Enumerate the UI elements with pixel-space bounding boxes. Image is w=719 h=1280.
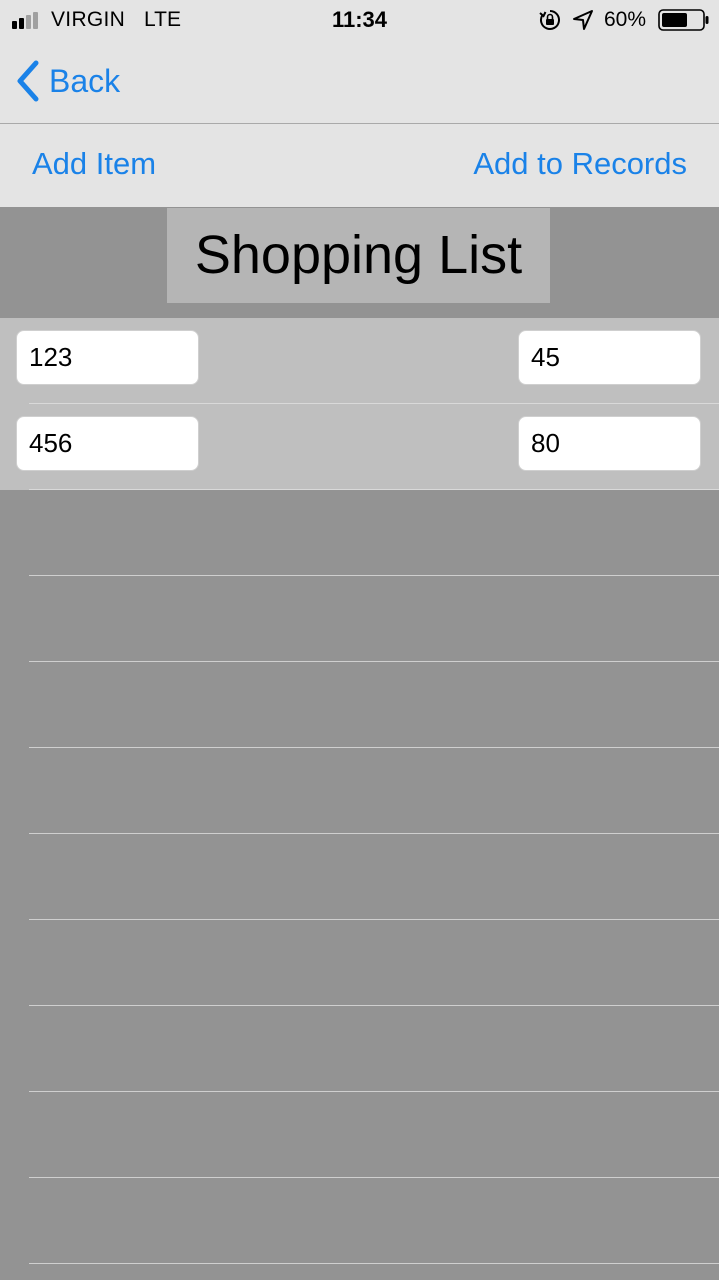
page-title: Shopping List	[167, 208, 550, 303]
battery-icon	[658, 9, 709, 31]
amount-field[interactable]	[518, 416, 701, 471]
empty-row	[0, 1092, 719, 1178]
empty-row	[0, 748, 719, 834]
toolbar: Add Item Add to Records	[0, 124, 719, 207]
empty-row	[0, 662, 719, 748]
table-row	[0, 318, 719, 404]
empty-row	[0, 1178, 719, 1264]
chevron-left-icon	[17, 60, 39, 102]
status-bar: VIRGIN LTE 11:34 60%	[0, 0, 719, 40]
empty-row	[0, 834, 719, 920]
navigation-bar: Back	[0, 40, 719, 124]
add-item-button[interactable]: Add Item	[32, 146, 156, 182]
table-row	[0, 404, 719, 490]
orientation-lock-icon	[539, 10, 560, 30]
location-arrow-icon	[573, 10, 593, 30]
empty-row	[0, 490, 719, 576]
empty-row	[0, 1006, 719, 1092]
battery-percentage: 60%	[604, 8, 647, 31]
title-section: Shopping List	[0, 207, 719, 318]
amount-field[interactable]	[518, 330, 701, 385]
shopping-list-table	[0, 318, 719, 1280]
back-button[interactable]: Back	[14, 58, 120, 104]
item-field[interactable]	[16, 330, 199, 385]
empty-row	[0, 576, 719, 662]
back-label: Back	[49, 62, 121, 99]
empty-row	[0, 920, 719, 1006]
item-field[interactable]	[16, 416, 199, 471]
add-to-records-button[interactable]: Add to Records	[473, 146, 687, 182]
